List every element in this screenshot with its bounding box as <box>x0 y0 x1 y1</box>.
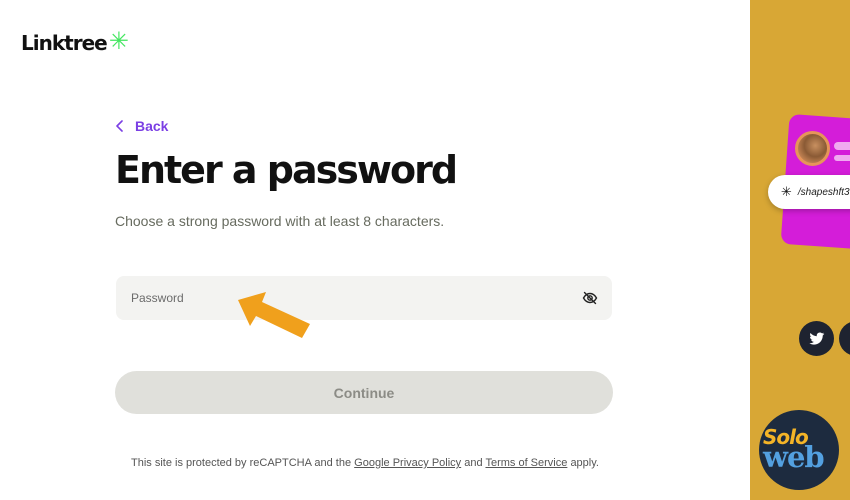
name-placeholder-bar <box>834 142 850 150</box>
logo-asterisk-icon: ✳ <box>108 27 129 55</box>
chevron-left-icon <box>116 120 123 132</box>
twitter-button <box>799 321 834 356</box>
bio-placeholder-bar <box>834 155 850 161</box>
password-field <box>116 276 612 320</box>
terms-of-service-link[interactable]: Terms of Service <box>485 457 567 469</box>
watermark-bottom: web <box>763 440 825 474</box>
back-label: Back <box>135 118 169 134</box>
soloweb-watermark: Solo web <box>759 410 839 490</box>
legal-prefix: This site is protected by reCAPTCHA and … <box>131 457 352 469</box>
password-input[interactable] <box>116 276 612 320</box>
link-pill: ✳ /shapeshft3 <box>768 175 850 209</box>
annotation-arrow-icon <box>238 292 310 338</box>
legal-and: and <box>464 457 483 469</box>
continue-button[interactable]: Continue <box>115 371 613 414</box>
page-subtitle: Choose a strong password with at least 8… <box>115 213 445 229</box>
linktree-logo[interactable]: Linktree ✳ <box>21 27 129 55</box>
privacy-policy-link[interactable]: Google Privacy Policy <box>354 457 461 469</box>
social-button <box>839 321 850 356</box>
recaptcha-notice: This site is protected by reCAPTCHA and … <box>0 457 730 469</box>
legal-suffix: apply. <box>570 457 599 469</box>
logo-wordmark: Linktree <box>21 31 108 55</box>
eye-slash-icon[interactable] <box>582 290 598 306</box>
page-title: Enter a password <box>115 148 458 192</box>
avatar <box>795 131 830 166</box>
link-text: /shapeshft3 <box>797 186 850 198</box>
twitter-icon <box>808 331 824 345</box>
back-link[interactable]: Back <box>115 117 168 135</box>
link-asterisk-icon: ✳ <box>781 184 792 200</box>
